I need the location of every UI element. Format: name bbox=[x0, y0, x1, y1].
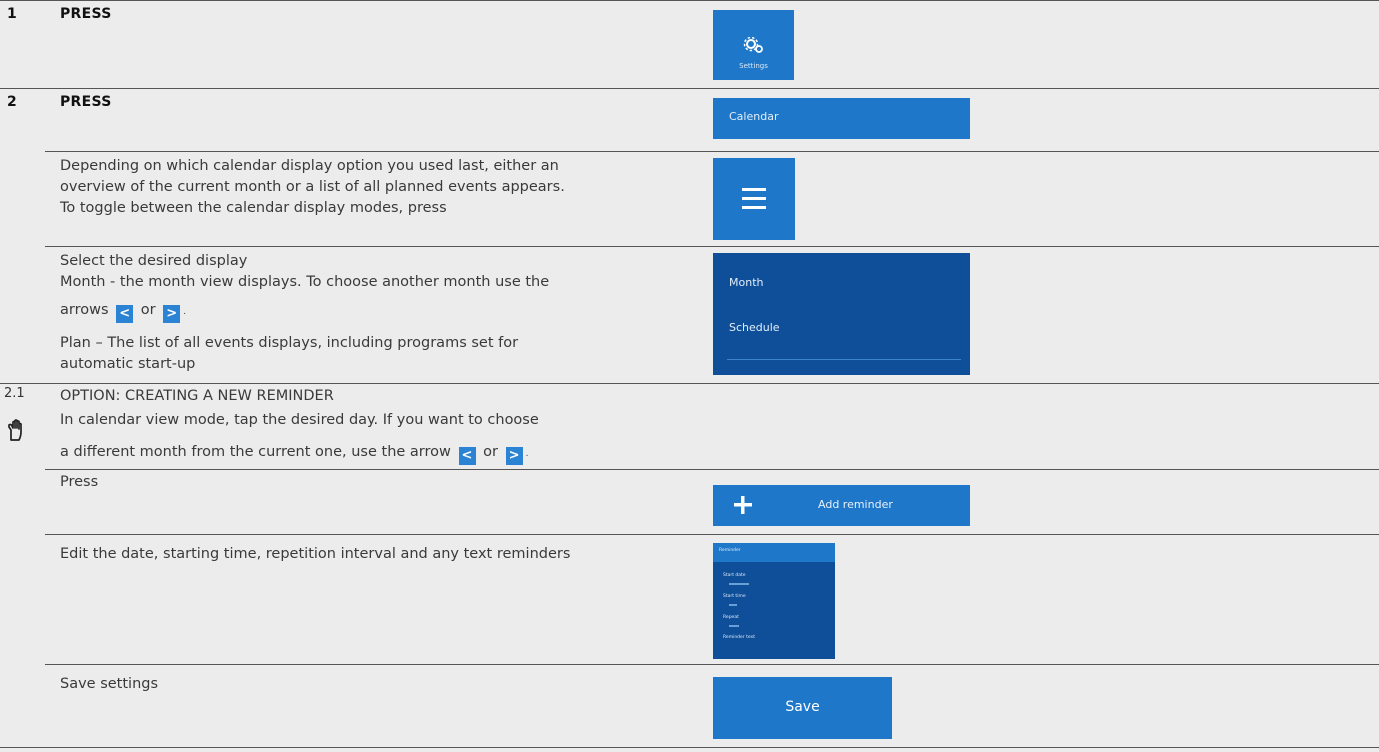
field-value bbox=[729, 625, 739, 627]
menu-item-month[interactable]: Month bbox=[729, 276, 763, 289]
chevron-left-icon: < bbox=[458, 447, 476, 465]
add-reminder-label: Add reminder bbox=[818, 498, 893, 511]
instruction-text: Save settings bbox=[60, 676, 159, 692]
divider bbox=[45, 151, 1379, 152]
menu-underline bbox=[727, 359, 961, 360]
settings-button[interactable]: Settings bbox=[713, 10, 794, 80]
instruction-text: automatic start-up bbox=[60, 356, 196, 372]
step-action: PRESS bbox=[60, 6, 112, 22]
arrow-text: a different month from the current one, … bbox=[60, 444, 451, 460]
display-mode-menu: Month Schedule bbox=[713, 253, 970, 375]
step-number: 1 bbox=[7, 6, 17, 22]
step-number: 2.1 bbox=[4, 386, 25, 401]
divider bbox=[0, 88, 1379, 89]
hamburger-menu-icon bbox=[742, 188, 766, 209]
instruction-text: Select the desired display bbox=[60, 253, 248, 269]
divider bbox=[0, 383, 1379, 384]
field-reminder-text[interactable]: Reminder text bbox=[723, 635, 755, 640]
divider bbox=[45, 664, 1379, 665]
divider bbox=[45, 534, 1379, 535]
menu-item-schedule[interactable]: Schedule bbox=[729, 321, 780, 334]
calendar-button[interactable]: Calendar bbox=[713, 98, 970, 139]
divider bbox=[0, 0, 1379, 1]
instruction-text: Month - the month view displays. To choo… bbox=[60, 274, 550, 290]
instruction-text: arrows < or >. bbox=[60, 300, 186, 323]
plus-icon bbox=[734, 496, 752, 514]
field-repeat[interactable]: Repeat bbox=[723, 615, 739, 620]
instruction-text: Depending on which calendar display opti… bbox=[60, 158, 559, 174]
divider bbox=[45, 246, 1379, 247]
save-button[interactable]: Save bbox=[713, 677, 892, 739]
field-start-time[interactable]: Start time bbox=[723, 594, 746, 599]
chevron-right-icon: > bbox=[163, 305, 181, 323]
divider bbox=[45, 469, 1379, 470]
instruction-text: overview of the current month or a list … bbox=[60, 179, 565, 195]
instruction-text: In calendar view mode, tap the desired d… bbox=[60, 412, 539, 428]
period-text: . bbox=[183, 307, 187, 317]
calendar-button-label: Calendar bbox=[729, 110, 779, 123]
instruction-text: Edit the date, starting time, repetition… bbox=[60, 546, 571, 562]
hand-icon bbox=[8, 419, 22, 441]
or-text: or bbox=[140, 302, 156, 318]
instruction-text: a different month from the current one, … bbox=[60, 442, 528, 465]
settings-button-label: Settings bbox=[739, 62, 768, 70]
field-value bbox=[729, 583, 749, 585]
period-text: . bbox=[525, 449, 529, 459]
instruction-text: To toggle between the calendar display m… bbox=[60, 200, 447, 216]
or-text: or bbox=[483, 444, 498, 460]
reminder-screen-title: Reminder bbox=[719, 548, 741, 553]
reminder-edit-screen: Reminder Start date Start time Repeat Re… bbox=[713, 543, 835, 659]
menu-toggle-button[interactable] bbox=[713, 158, 795, 240]
arrows-text: arrows bbox=[60, 302, 109, 318]
instruction-text: Press bbox=[60, 474, 99, 490]
field-value bbox=[729, 604, 737, 606]
chevron-left-icon: < bbox=[116, 305, 134, 323]
step-number: 2 bbox=[7, 94, 17, 110]
option-title: OPTION: CREATING A NEW REMINDER bbox=[60, 388, 334, 404]
divider bbox=[0, 747, 1379, 748]
step-action: PRESS bbox=[60, 94, 112, 110]
add-reminder-button[interactable]: Add reminder bbox=[713, 485, 970, 526]
chevron-right-icon: > bbox=[505, 447, 523, 465]
save-button-label: Save bbox=[785, 699, 820, 715]
gears-icon bbox=[743, 36, 763, 53]
reminder-screen-header: Reminder bbox=[713, 543, 835, 562]
instruction-text: Plan – The list of all events displays, … bbox=[60, 335, 519, 351]
field-start-date[interactable]: Start date bbox=[723, 573, 746, 578]
